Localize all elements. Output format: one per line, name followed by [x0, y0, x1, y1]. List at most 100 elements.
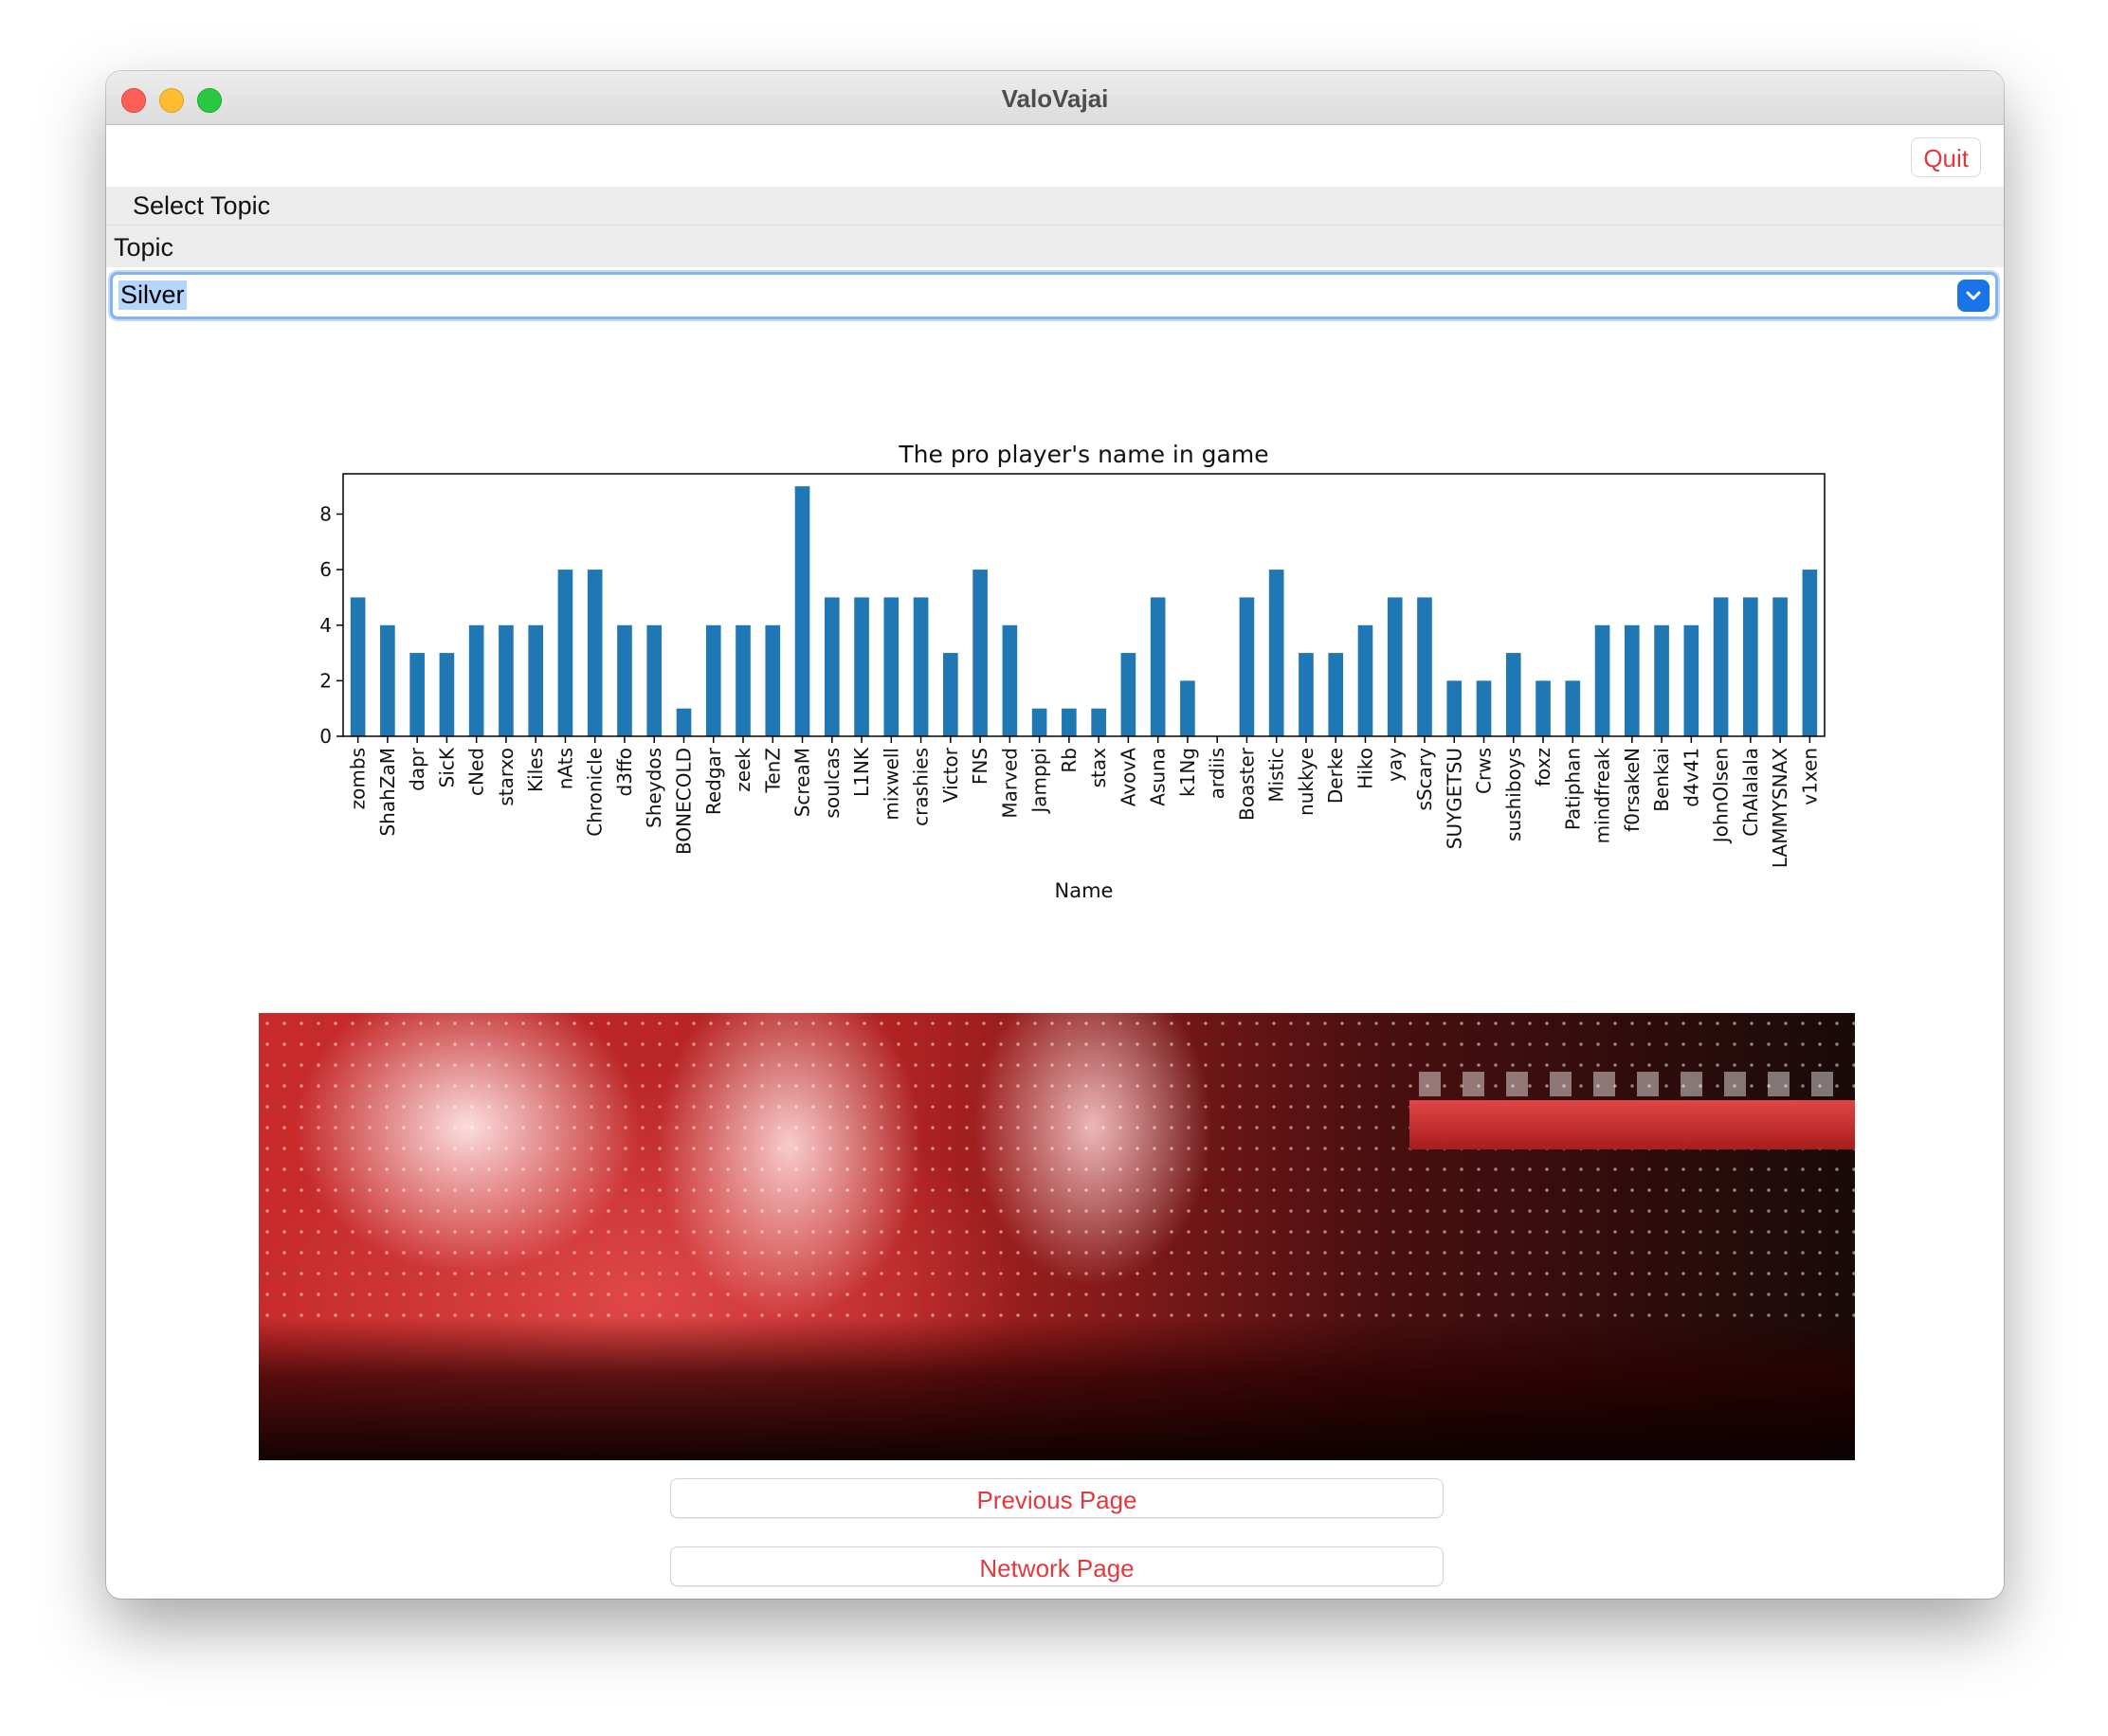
bar-starxo: [499, 624, 514, 736]
bar-L1NK: [854, 597, 869, 736]
bar-AvovA: [1120, 653, 1136, 736]
x-tick-label: dapr: [406, 747, 428, 791]
x-tick-label: sScary: [1413, 748, 1436, 811]
x-tick-label: ShahZaM: [376, 748, 399, 837]
bar-JohnOlsen: [1713, 597, 1729, 736]
x-tick-label: k1Ng: [1176, 748, 1199, 797]
x-tick-label: stax: [1087, 748, 1110, 788]
x-tick-label: Jamppi: [1028, 748, 1051, 815]
bar-foxz: [1536, 680, 1551, 736]
x-tick-label: Chronicle: [584, 748, 607, 837]
bar-sScary: [1417, 597, 1432, 736]
x-tick-label: ScreaM: [791, 748, 814, 817]
x-tick-label: zombs: [347, 748, 370, 809]
bar-Boaster: [1239, 597, 1255, 736]
bar-Benkai: [1654, 624, 1669, 736]
x-tick-label: SUYGETSU: [1443, 748, 1465, 849]
bar-stax: [1091, 708, 1106, 736]
y-tick-label: 4: [319, 614, 332, 637]
x-tick-label: ardiis: [1206, 748, 1228, 799]
bar-Crws: [1476, 680, 1492, 736]
topic-combobox-value[interactable]: Silver: [118, 280, 187, 310]
x-tick-label: AvovA: [1117, 748, 1139, 806]
bar-FNS: [972, 570, 988, 736]
bar-TenZ: [765, 624, 781, 736]
bar-Chronicle: [587, 570, 603, 736]
x-tick-label: TenZ: [761, 748, 784, 794]
topic-row: Topic: [106, 226, 2004, 267]
bar-zeek: [736, 624, 751, 736]
bar-yay: [1387, 597, 1403, 736]
balcony-lights: [1419, 1072, 1855, 1096]
esports-arena-image: [259, 1013, 1855, 1460]
x-tick-label: Benkai: [1650, 748, 1673, 812]
balcony-structure: [1409, 1100, 1855, 1149]
x-tick-label: Boaster: [1235, 747, 1258, 821]
chart-title: The pro player's name in game: [898, 441, 1268, 468]
x-tick-label: foxz: [1532, 748, 1554, 787]
x-tick-label: sushiboys: [1502, 748, 1525, 841]
bar-f0rsakeN: [1624, 624, 1640, 736]
bar-Marved: [1002, 624, 1018, 736]
previous-page-button[interactable]: Previous Page: [670, 1478, 1444, 1518]
quit-button[interactable]: Quit: [1911, 137, 1981, 177]
x-tick-label: d4v41: [1680, 748, 1702, 807]
combobox-dropdown-button[interactable]: [1957, 280, 1990, 312]
x-tick-label: Patiphan: [1561, 748, 1584, 830]
bar-soulcas: [824, 597, 840, 736]
section-header: Select Topic: [106, 187, 2004, 226]
x-tick-label: nAts: [554, 748, 576, 789]
x-tick-label: ChAlalala: [1739, 748, 1762, 837]
bar-Sheydos: [646, 624, 663, 736]
x-tick-label: LAMMYSNAX: [1769, 748, 1791, 868]
x-tick-label: Rb: [1058, 748, 1081, 773]
bar-Patiphan: [1565, 680, 1581, 736]
y-tick-label: 8: [319, 503, 332, 526]
x-axis-label: Name: [1055, 879, 1114, 902]
x-tick-label: JohnOlsen: [1710, 748, 1733, 844]
bar-ScreaM: [794, 486, 810, 736]
x-tick-label: nukkye: [1295, 748, 1318, 816]
bar-Mistic: [1268, 570, 1284, 736]
x-tick-label: Sheydos: [643, 748, 665, 828]
x-tick-label: BONECOLD: [672, 748, 695, 855]
x-tick-label: Victor: [939, 747, 962, 803]
crowd-silhouette: [259, 1318, 1855, 1460]
x-tick-label: soulcas: [821, 748, 844, 819]
y-tick-label: 2: [319, 669, 332, 692]
x-tick-label: L1NK: [850, 747, 873, 797]
chart-container: The pro player's name in game zombs ShahZa…: [106, 346, 2004, 938]
bar-Rb: [1062, 708, 1077, 736]
x-tick-label: zeek: [732, 748, 754, 792]
bar-Jamppi: [1031, 708, 1047, 736]
bar-BONECOLD: [676, 708, 692, 736]
topic-combobox[interactable]: Silver: [110, 272, 1998, 319]
x-tick-label: starxo: [495, 748, 518, 806]
bar-crashies: [913, 597, 929, 736]
bar-cNed: [468, 624, 484, 736]
bar-chart: The pro player's name in game zombs ShahZa…: [319, 441, 1826, 902]
bar-Asuna: [1150, 597, 1166, 736]
x-tick-label: Redgar: [702, 747, 725, 815]
x-tick-label: FNS: [969, 748, 991, 785]
bar-mixwell: [883, 597, 900, 736]
x-tick-label: Asuna: [1147, 748, 1170, 806]
bar-SUYGETSU: [1446, 680, 1463, 736]
bar-nukkye: [1299, 653, 1314, 736]
window-title: ValoVajai: [1001, 84, 1109, 113]
x-tick-label: f0rsakeN: [1621, 748, 1644, 832]
network-page-button[interactable]: Network Page: [670, 1546, 1444, 1586]
bar-d4v41: [1683, 624, 1699, 736]
bar-v1xen: [1802, 570, 1818, 736]
bar-Victor: [943, 653, 958, 736]
x-tick-label: mindfreak: [1591, 748, 1614, 844]
bar-mindfreak: [1594, 624, 1610, 736]
x-tick-label: v1xen: [1798, 748, 1821, 805]
y-tick-label: 0: [319, 725, 332, 748]
bar-ChAlalala: [1743, 597, 1758, 736]
x-tick-label: SicK: [435, 747, 458, 787]
title-bar: ValoVajai: [106, 71, 2004, 125]
app-window: ValoVajai Quit Select Topic Topic Silver…: [106, 71, 2004, 1599]
bar-zombs: [350, 597, 366, 736]
bar-nAts: [557, 570, 573, 736]
